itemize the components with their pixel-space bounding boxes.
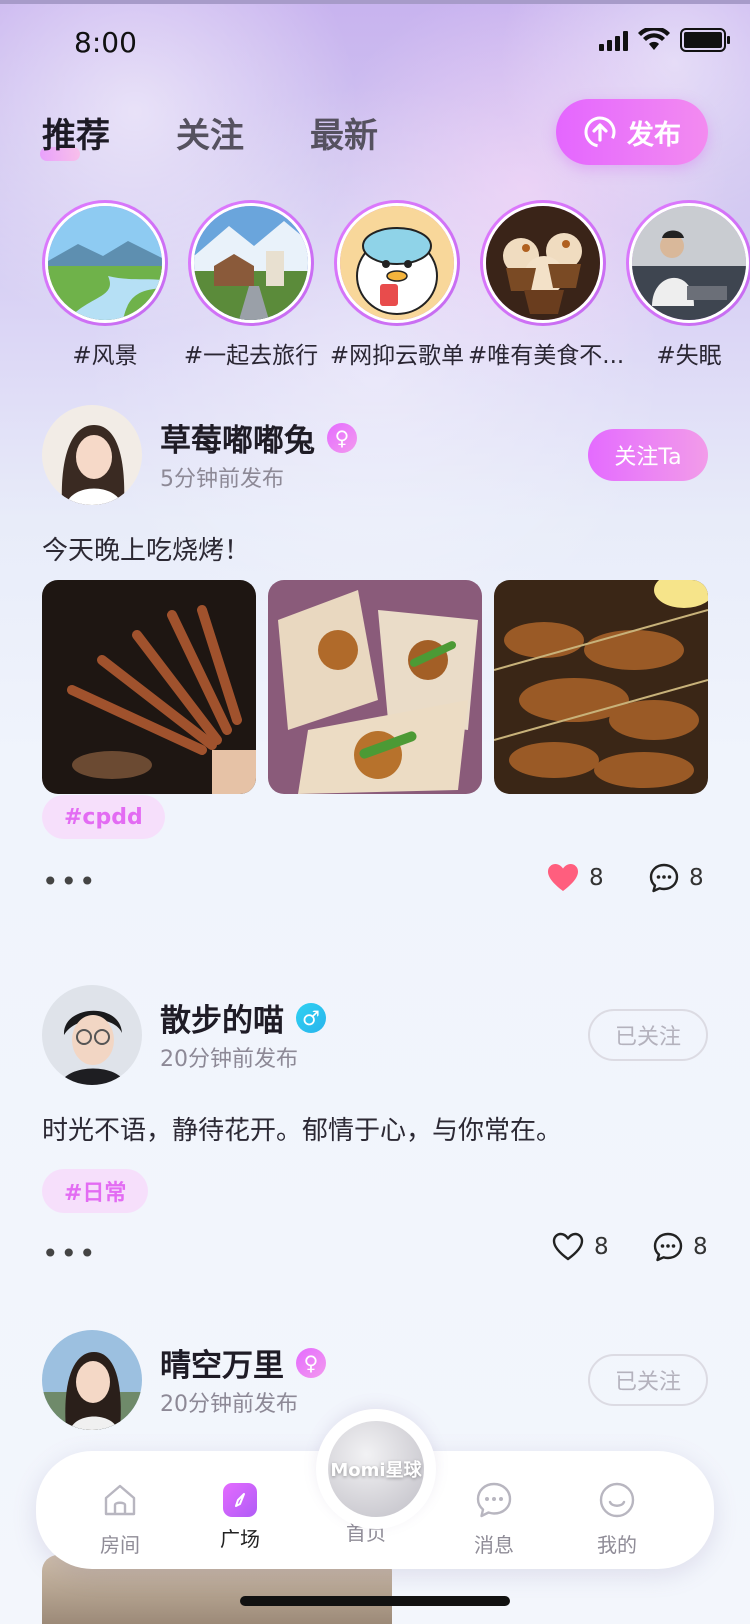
username-text: 散步的喵: [160, 1003, 284, 1039]
home-indicator: [240, 1596, 510, 1606]
topic-label: #唯有美食不...: [468, 343, 625, 369]
top-edge: [0, 0, 750, 4]
nav-label: 我的: [597, 1533, 637, 1557]
nav-item-rooms[interactable]: 房间: [80, 1473, 160, 1558]
status-icons: [599, 28, 730, 52]
following-button[interactable]: 已关注: [588, 1009, 708, 1061]
wifi-icon: [638, 28, 670, 50]
nav-label: 广场: [220, 1527, 260, 1551]
following-button[interactable]: 已关注: [588, 1354, 708, 1406]
upload-circle-icon: [584, 116, 616, 148]
male-icon: ♂: [296, 1002, 326, 1033]
avatar[interactable]: [42, 985, 142, 1085]
post-photo[interactable]: [42, 580, 256, 794]
username-text: 晴空万里: [160, 1348, 284, 1384]
house-icon: [104, 1484, 136, 1516]
username[interactable]: 草莓嘟嘟兔 ♀: [160, 415, 357, 460]
heart-outline-icon: [552, 1232, 584, 1261]
topic-label: #一起去旅行: [183, 343, 319, 369]
nav-label: 房间: [100, 1533, 140, 1557]
post-time: 5分钟前发布: [160, 467, 284, 492]
nav-item-messages[interactable]: 消息: [454, 1473, 534, 1558]
nav-label: 消息: [474, 1533, 514, 1557]
topic-carousel: #风景 #一起去旅行 #网抑云歌单 #唯有美食不... #失眠: [30, 200, 750, 370]
signal-icon: [599, 29, 628, 51]
post-tag[interactable]: #cpdd: [42, 795, 165, 839]
comment-icon: [649, 863, 679, 893]
battery-icon: [680, 28, 730, 52]
female-icon: ♀: [296, 1347, 326, 1378]
topic-item-playlist[interactable]: #网抑云歌单: [322, 200, 472, 370]
username-text: 草莓嘟嘟兔: [160, 423, 315, 459]
female-icon: ♀: [327, 422, 357, 453]
nav-item-me[interactable]: 我的: [577, 1473, 657, 1558]
post-time: 20分钟前发布: [160, 1392, 298, 1417]
comment-icon: [653, 1232, 683, 1262]
topic-image-cupcakes: [483, 203, 603, 323]
tab-following[interactable]: 关注: [176, 108, 244, 157]
square-compass-icon: [223, 1483, 257, 1517]
post-tag[interactable]: #日常: [42, 1169, 149, 1213]
topic-image-mountain-house: [191, 203, 311, 323]
avatar[interactable]: [42, 1330, 142, 1430]
like-button[interactable]: 8: [552, 1232, 609, 1262]
topic-image-person: [629, 203, 749, 323]
post-card: 散步的喵 ♂ 20分钟前发布 已关注 时光不语，静待花开。郁情于心，与你常在。 …: [42, 985, 708, 1270]
topic-item-insomnia[interactable]: #失眠: [614, 200, 750, 370]
follow-button[interactable]: 关注Ta: [588, 429, 708, 481]
post-photo[interactable]: [494, 580, 708, 794]
username[interactable]: 晴空万里 ♀: [160, 1340, 326, 1385]
topic-label: #网抑云歌单: [329, 343, 465, 369]
logo-text: Momi星球: [330, 1460, 422, 1481]
feed-tabs: 推荐 关注 最新: [40, 108, 378, 161]
status-time: 8:00: [74, 26, 137, 59]
post-photo[interactable]: [268, 580, 482, 794]
topic-image-landscape: [45, 203, 165, 323]
topic-item-scenery[interactable]: #风景: [30, 200, 180, 370]
comment-count: 8: [693, 1234, 708, 1260]
chat-bubble-icon: [476, 1482, 512, 1518]
tab-recommend[interactable]: 推荐: [40, 108, 110, 161]
more-options-icon[interactable]: •••: [42, 865, 98, 898]
publish-button[interactable]: 发布: [556, 99, 708, 165]
home-logo-button[interactable]: Momi星球: [316, 1409, 436, 1529]
post-photos: [42, 580, 708, 794]
more-options-icon[interactable]: •••: [42, 1237, 98, 1270]
post-card: 草莓嘟嘟兔 ♀ 5分钟前发布 关注Ta 今天晚上吃烧烤！ #cpdd ••• 8…: [42, 405, 708, 925]
comment-button[interactable]: 8: [649, 863, 704, 893]
topic-image-cartoon-duck: [337, 203, 457, 323]
avatar[interactable]: [42, 405, 142, 505]
comment-button[interactable]: 8: [653, 1232, 708, 1262]
username[interactable]: 散步的喵 ♂: [160, 995, 326, 1040]
like-count: 8: [589, 865, 604, 891]
nav-item-square[interactable]: 广场: [200, 1473, 280, 1552]
topic-label: #风景: [72, 343, 138, 369]
like-count: 8: [594, 1234, 609, 1260]
topic-item-travel[interactable]: #一起去旅行: [176, 200, 326, 370]
home-logo-icon: Momi星球: [328, 1421, 424, 1517]
smiley-icon: [599, 1482, 635, 1518]
publish-label: 发布: [627, 119, 681, 151]
post-time: 20分钟前发布: [160, 1047, 298, 1072]
tab-latest[interactable]: 最新: [310, 108, 378, 157]
like-button[interactable]: 8: [547, 863, 604, 893]
post-text: 今天晚上吃烧烤！: [42, 536, 251, 566]
post-text: 时光不语，静待花开。郁情于心，与你常在。: [42, 1116, 563, 1146]
topic-item-food[interactable]: #唯有美食不...: [468, 200, 625, 370]
heart-filled-icon: [548, 864, 578, 891]
topic-label: #失眠: [656, 343, 722, 369]
comment-count: 8: [689, 865, 704, 891]
